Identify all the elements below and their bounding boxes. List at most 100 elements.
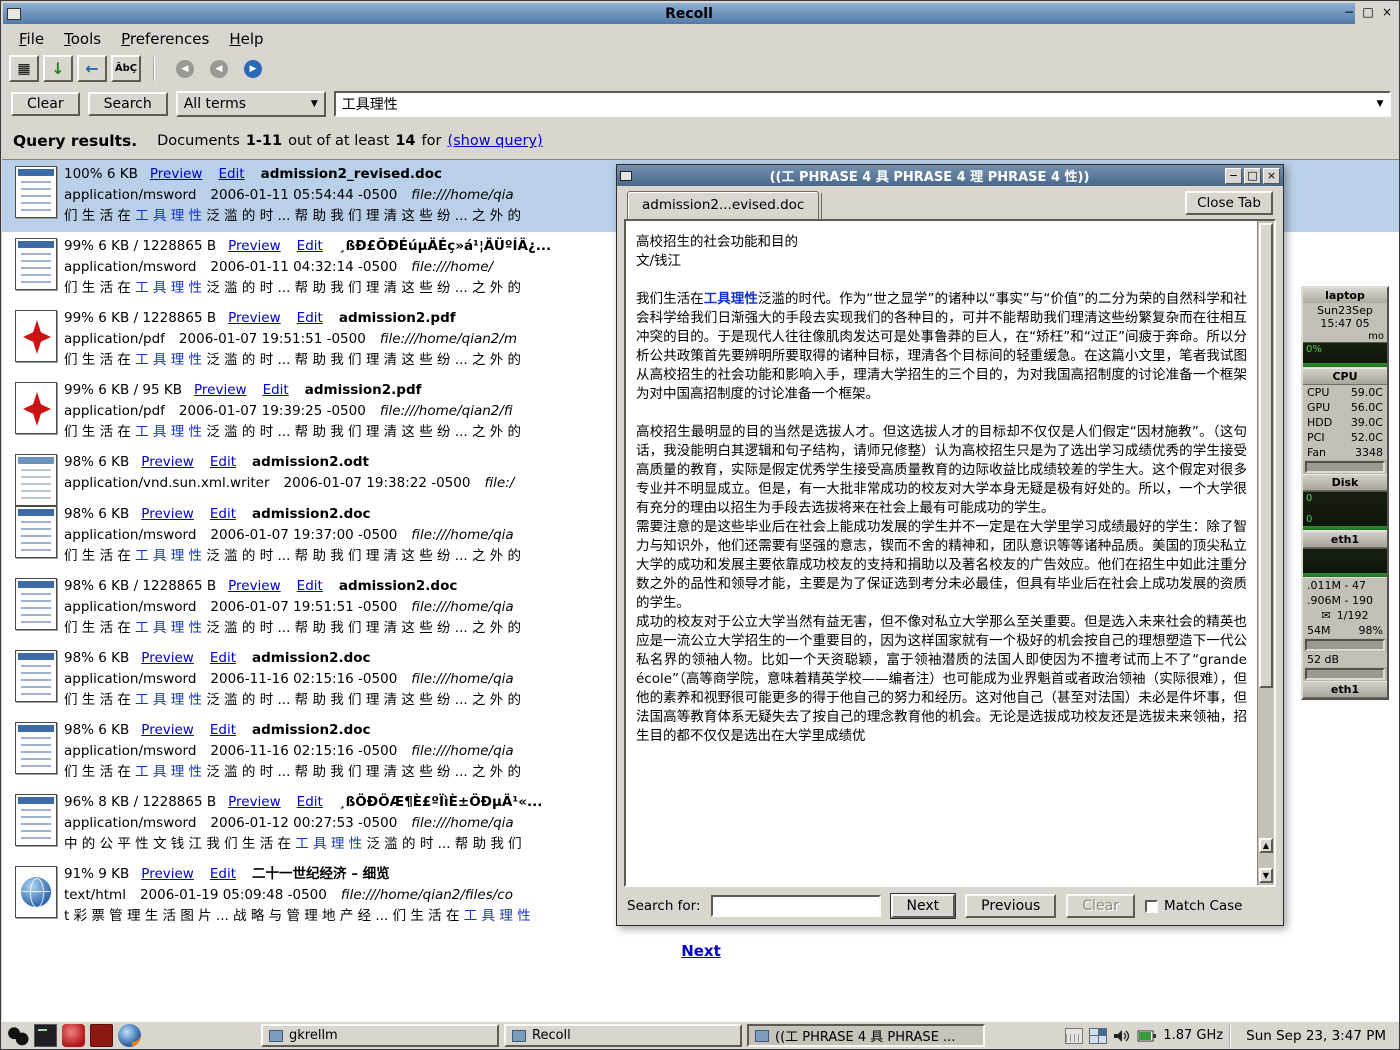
taskbar-task-preview[interactable]: ((工 PHRASE 4 具 PHRASE ... [747,1024,985,1047]
menu-file[interactable]: File [11,28,52,50]
preview-link[interactable]: Preview [228,578,281,594]
prev-page-button[interactable]: ◀ [204,55,234,82]
volume-meter [1305,668,1385,680]
result-filename: admission2_revised.doc [261,166,442,182]
history-back-icon[interactable]: ← [77,55,107,82]
search-for-label: Search for: [627,898,701,914]
recoll-titlebar[interactable]: Recoll [3,3,1355,24]
edit-link[interactable]: Edit [218,166,244,182]
result-filename: admission2.doc [252,650,371,666]
query-results-title: Query results. [13,132,137,150]
edit-link[interactable]: Edit [297,238,323,254]
preview-link[interactable]: Preview [150,166,203,182]
find-next-button[interactable]: Next [891,894,956,918]
preview-tab[interactable]: admission2...evised.doc [627,191,819,219]
term-explorer-icon[interactable]: ÂbÇ [111,55,141,82]
preview-minimize-icon[interactable]: − [1225,168,1242,184]
first-page-button[interactable]: ◀ [170,55,200,82]
search-button[interactable]: Search [88,92,168,116]
result-mime: application/pdf [64,403,165,419]
result-mime: application/msword [64,671,196,687]
find-previous-button[interactable]: Previous [965,894,1056,918]
doc-file-icon [15,722,57,774]
window-manager-icon[interactable] [6,1024,29,1047]
scroll-down-icon[interactable]: ▼ [1259,868,1273,883]
edit-link[interactable]: Edit [210,454,236,470]
toolbar: ▦ ↓ ← ÂbÇ ◀ ◀ ▶ [3,52,1399,85]
package-launcher-icon[interactable] [90,1024,113,1047]
menu-tools[interactable]: Tools [56,28,109,50]
scrollbar-thumb[interactable] [1259,223,1273,688]
close-icon[interactable]: × [1379,4,1395,20]
next-page-button[interactable]: ▶ [238,55,268,82]
preview-link[interactable]: Preview [228,238,281,254]
app-launcher-icon[interactable] [62,1024,85,1047]
speaker-icon[interactable] [1113,1028,1131,1044]
edit-link[interactable]: Edit [210,506,236,522]
highlighted-term: 工 具 理 性 [135,352,202,368]
gkrellm-date: Sun23Sep [1303,304,1387,317]
highlighted-term: 工 具 理 性 [464,908,531,924]
preview-link[interactable]: Preview [228,310,281,326]
gkrellm-panel[interactable]: laptop Sun23Sep 15:47 05 mo 0% CPU CPU59… [1301,286,1389,700]
highlighted-term: 工具理性 [704,291,758,307]
doc-file-icon [15,506,57,558]
temp-row: GPU56.0C [1303,400,1387,415]
preview-link[interactable]: Preview [141,506,194,522]
doc-byline: 文/钱江 [636,252,1247,271]
menu-help[interactable]: Help [221,28,271,50]
edit-link[interactable]: Edit [210,722,236,738]
scroll-up-icon[interactable]: ▲ [1259,838,1273,853]
clear-button[interactable]: Clear [11,92,80,116]
search-mode-combo[interactable]: All terms ▼ [176,91,326,117]
preview-link[interactable]: Preview [141,722,194,738]
firefox-icon[interactable] [118,1024,141,1047]
highlighted-term: 工 具 理 性 [135,280,202,296]
disk-write: 0 [1306,514,1312,525]
preview-link[interactable]: Preview [141,454,194,470]
terminal-icon[interactable] [34,1024,57,1047]
maximize-icon[interactable]: □ [1360,4,1376,20]
edit-link[interactable]: Edit [297,794,323,810]
menu-preferences[interactable]: Preferences [113,28,217,50]
task-icon [512,1030,526,1042]
preview-close-icon[interactable]: × [1263,168,1280,184]
match-case-checkbox[interactable] [1145,900,1158,913]
close-tab-button[interactable]: Close Tab [1185,191,1273,215]
result-url: file:///home/qia [411,187,513,203]
edit-link[interactable]: Edit [297,310,323,326]
preview-link[interactable]: Preview [228,794,281,810]
preview-window-icon [620,171,632,181]
search-input[interactable] [336,94,1371,114]
preview-maximize-icon[interactable]: □ [1244,168,1261,184]
preview-text-area[interactable]: 高校招生的社会功能和目的 文/钱江 我们生活在工具理性泛滥的时代。作为“世之显学… [624,219,1276,887]
edit-link[interactable]: Edit [297,578,323,594]
sort-by-dates-icon[interactable]: ▦ [9,55,39,82]
keyboard-layout-icon[interactable] [1065,1028,1083,1044]
find-input[interactable] [711,895,881,917]
result-filename: ¸ßĐ£ÕĐÉúµÄÉç»á¹¦ÄÜºÍÄ¿... [339,238,551,254]
docs-middle: out of at least [288,133,389,149]
edit-link[interactable]: Edit [210,866,236,882]
results-header: Query results. Documents 1-11 out of at … [3,123,1399,159]
next-page-link[interactable]: Next [2,942,1400,960]
preview-find-bar: Search for: Next Previous Clear Match Ca… [617,887,1283,925]
preview-scrollbar[interactable]: ▲ ▼ [1257,221,1274,885]
edit-link[interactable]: Edit [263,382,289,398]
preview-link[interactable]: Preview [194,382,247,398]
result-mime: application/msword [64,187,196,203]
doc-file-icon [15,166,57,218]
preview-link[interactable]: Preview [141,650,194,666]
sort-newest-icon[interactable]: ↓ [43,55,73,82]
preview-titlebar[interactable]: ((工 PHRASE 4 具 PHRASE 4 理 PHRASE 4 性)) −… [617,165,1283,186]
workspace-pager-icon[interactable] [1089,1028,1107,1044]
mail-row: ✉1/192 [1303,608,1387,623]
taskbar-task-gkrellm[interactable]: gkrellm [261,1024,499,1047]
edit-link[interactable]: Edit [210,650,236,666]
show-query-link[interactable]: (show query) [447,133,542,149]
minimize-icon[interactable]: − [1341,4,1357,20]
preview-link[interactable]: Preview [141,866,194,882]
match-case-option[interactable]: Match Case [1145,898,1243,914]
history-dropdown-icon[interactable]: ▼ [1371,99,1389,109]
taskbar-task-recoll[interactable]: Recoll [504,1024,742,1047]
